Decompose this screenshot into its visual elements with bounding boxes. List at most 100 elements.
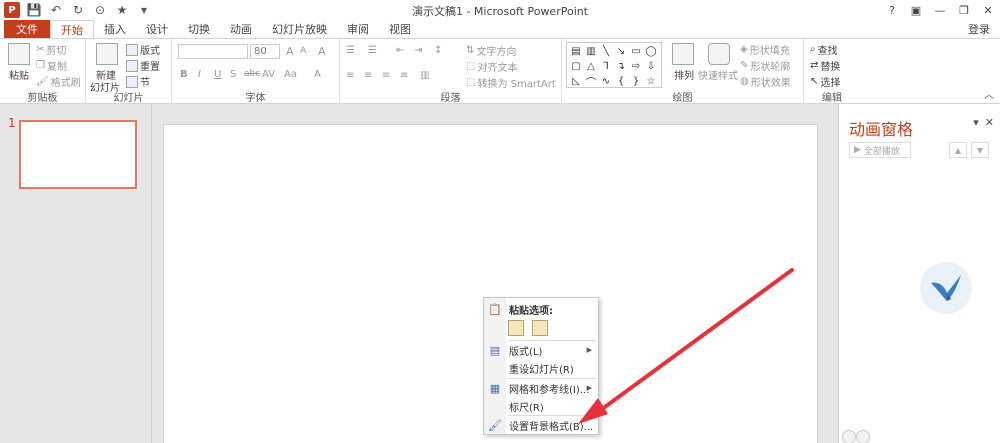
decrease-indent-button[interactable]: ⇤ — [396, 45, 404, 56]
replace-button[interactable]: ⇄ 替换 — [810, 58, 840, 73]
arrow-line-shape-icon[interactable]: ↘ — [614, 44, 628, 58]
shapes-gallery[interactable]: ▤ ▥ ╲ ↘ ▭ ◯ ▢ △ ⅂ ↴ ⇨ ⇩ ◺ ⌒ ∿ { } ☆ — [566, 42, 662, 89]
rectangle-shape-icon[interactable]: ▭ — [629, 44, 643, 58]
shadow-button[interactable]: S — [230, 69, 236, 80]
bold-button[interactable]: B — [180, 69, 188, 80]
tab-animations[interactable]: 动画 — [220, 20, 262, 38]
save-icon[interactable]: 💾 — [26, 2, 42, 18]
line-shape-icon[interactable]: ╲ — [599, 44, 613, 58]
increase-indent-button[interactable]: ⇥ — [414, 45, 422, 56]
section-button[interactable]: 节 — [126, 74, 150, 89]
underline-button[interactable]: U — [214, 69, 221, 80]
slide-thumbnail[interactable] — [19, 120, 137, 189]
right-arrow-shape-icon[interactable]: ⇨ — [629, 59, 643, 73]
shape-outline-button[interactable]: ✎ 形状轮廓 — [740, 58, 790, 73]
align-center-button[interactable]: ≡ — [364, 70, 372, 81]
move-up-button[interactable]: ▲ — [949, 142, 967, 158]
shape-effects-button[interactable]: ◍ 形状效果 — [740, 74, 791, 89]
tab-home[interactable]: 开始 — [50, 20, 94, 38]
grow-font-button[interactable]: A — [286, 45, 294, 58]
copy-button[interactable]: ❐ 复制 — [36, 58, 67, 73]
paste-button[interactable]: 粘贴 — [9, 67, 29, 82]
italic-button[interactable]: I — [198, 69, 201, 80]
font-name-combo[interactable] — [178, 44, 248, 59]
layout-button[interactable]: 版式 — [126, 42, 160, 57]
powerpoint-app-icon[interactable]: P — [4, 2, 20, 18]
menu-item-ruler[interactable]: 标尺(R) — [484, 397, 598, 415]
menu-item-layout[interactable]: ▤ 版式(L) ▶ — [484, 341, 598, 359]
callout-shape-icon[interactable]: ◺ — [569, 74, 583, 88]
menu-item-grid-guides[interactable]: ▦ 网格和参考线(I)... ▶ — [484, 379, 598, 397]
restore-button[interactable]: ❐ — [952, 0, 976, 20]
customize-qat-icon[interactable]: ▾ — [136, 2, 152, 18]
numbering-button[interactable]: ☰ — [368, 45, 377, 56]
text-direction-button[interactable]: ⇅ 文字方向 — [466, 43, 516, 58]
collapse-ribbon-icon[interactable]: ︿ — [984, 86, 994, 101]
change-case-button[interactable]: Aa — [284, 69, 297, 80]
cut-button[interactable]: ✂ 剪切 — [36, 42, 66, 57]
tab-view[interactable]: 视图 — [379, 20, 421, 38]
paste-use-destination-icon[interactable] — [508, 320, 524, 336]
columns-button[interactable]: ▥ — [420, 70, 429, 81]
redo-icon[interactable]: ↻ — [70, 2, 86, 18]
paste-picture-icon[interactable] — [532, 320, 548, 336]
tab-slideshow[interactable]: 幻灯片放映 — [262, 20, 337, 38]
convert-smartart-button[interactable]: ⬚ 转换为 SmartArt — [466, 75, 556, 90]
sign-in-link[interactable]: 登录 — [968, 20, 990, 38]
format-painter-button[interactable]: 🖌 格式刷 — [36, 74, 81, 89]
minimize-button[interactable]: — — [928, 0, 952, 20]
oval-shape-icon[interactable]: ◯ — [644, 44, 658, 58]
shape-fill-button[interactable]: ◈ 形状填充 — [740, 42, 790, 57]
font-size-combo[interactable]: 80 — [250, 44, 280, 59]
vertical-textbox-shape-icon[interactable]: ▥ — [584, 44, 598, 58]
align-left-button[interactable]: ≡ — [346, 70, 354, 81]
tab-insert[interactable]: 插入 — [94, 20, 136, 38]
bird-widget-icon[interactable] — [920, 262, 972, 314]
layout-icon — [126, 43, 138, 56]
triangle-shape-icon[interactable]: △ — [584, 59, 598, 73]
quick-styles-button[interactable]: 快速样式 — [698, 67, 738, 82]
curve-shape-icon[interactable]: ⌒ — [584, 74, 598, 89]
star-icon[interactable]: ★ — [114, 2, 130, 18]
menu-item-format-background[interactable]: 🖌 设置背景格式(B)... — [484, 416, 598, 434]
find-button[interactable]: ⌕ 查找 — [810, 42, 838, 57]
elbow-arrow-shape-icon[interactable]: ↴ — [614, 59, 628, 73]
freeform-shape-icon[interactable]: ∿ — [599, 74, 613, 88]
tab-file[interactable]: 文件 — [4, 20, 50, 38]
layout-label: 版式 — [140, 46, 160, 57]
play-all-button[interactable]: ▶ 全部播放 — [849, 142, 911, 158]
tab-transitions[interactable]: 切换 — [178, 20, 220, 38]
star-shape-icon[interactable]: ☆ — [644, 74, 658, 88]
char-spacing-button[interactable]: AV — [262, 69, 275, 80]
justify-button[interactable]: ≡ — [400, 70, 408, 81]
clear-formatting-button[interactable]: A — [318, 45, 326, 58]
help-button[interactable]: ? — [880, 0, 904, 20]
tab-review[interactable]: 审阅 — [337, 20, 379, 38]
align-text-button[interactable]: ⬚ 对齐文本 — [466, 59, 517, 74]
move-down-button[interactable]: ▼ — [971, 142, 989, 158]
strikethrough-button[interactable]: abc — [244, 69, 260, 79]
menu-item-reset-slide[interactable]: 重设幻灯片(R) — [484, 359, 598, 377]
left-brace-shape-icon[interactable]: { — [614, 74, 628, 88]
rounded-rect-shape-icon[interactable]: ▢ — [569, 59, 583, 73]
title-bar: P 💾 ↶ ↻ ⊙ ★ ▾ 演示文稿1 - Microsoft PowerPoi… — [0, 0, 1000, 20]
font-color-button[interactable]: A — [314, 69, 321, 80]
elbow-connector-shape-icon[interactable]: ⅂ — [599, 59, 613, 73]
close-button[interactable]: ✕ — [976, 0, 1000, 20]
tab-design[interactable]: 设计 — [136, 20, 178, 38]
pane-options-icon[interactable]: ▾ — [973, 116, 979, 129]
textbox-shape-icon[interactable]: ▤ — [569, 44, 583, 58]
align-right-button[interactable]: ≡ — [382, 70, 390, 81]
ribbon-display-button[interactable]: ▣ — [904, 0, 928, 20]
close-pane-icon[interactable]: ✕ — [985, 116, 994, 129]
reset-button[interactable]: 重置 — [126, 58, 160, 73]
start-from-beginning-icon[interactable]: ⊙ — [92, 2, 108, 18]
undo-icon[interactable]: ↶ — [48, 2, 64, 18]
arrange-button[interactable]: 排列 — [674, 67, 694, 82]
shrink-font-button[interactable]: A — [300, 46, 306, 56]
select-button[interactable]: ↖ 选择 — [810, 74, 840, 89]
line-spacing-button[interactable]: ↕ — [434, 45, 442, 56]
down-arrow-shape-icon[interactable]: ⇩ — [644, 59, 658, 73]
bullets-button[interactable]: ☰ — [346, 45, 355, 56]
right-brace-shape-icon[interactable]: } — [629, 74, 643, 88]
